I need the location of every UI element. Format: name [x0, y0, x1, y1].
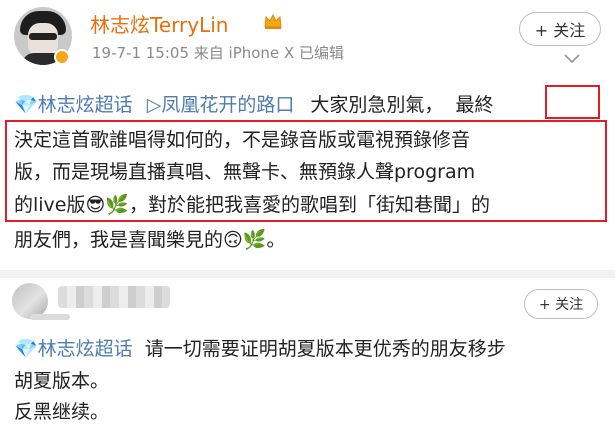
post-text: 大家別急別氣， — [310, 94, 444, 116]
username[interactable]: 林志炫TerryLin — [90, 9, 228, 38]
supertopic-label: 林志炫超话 — [37, 94, 133, 116]
blurred-username — [58, 286, 170, 308]
topic-label: 凤凰花开的路口 — [161, 94, 295, 116]
diamond-icon: 💎 — [14, 338, 38, 360]
upside-down-emoji-icon: 🙃 — [223, 229, 243, 251]
weibo-post: 林志炫TerryLin 19-7-1 15:05 来自 iPhone X 已编辑… — [0, 0, 615, 270]
post-text-boxed: 最終 — [455, 94, 494, 116]
highlight-box-large — [5, 120, 607, 222]
follow-button-comment[interactable]: + 关注 — [524, 289, 598, 319]
post-text: 朋友們，我是喜聞樂見的 — [14, 229, 224, 251]
follow-button[interactable]: + 关注 — [519, 12, 601, 46]
supertopic-link[interactable]: 💎林志炫超话 — [14, 94, 133, 116]
avatar-glasses — [29, 33, 57, 40]
chevron-down-icon[interactable] — [564, 54, 580, 64]
leaf-emoji-icon: 🌿 — [242, 229, 267, 251]
post-text: 。 — [266, 229, 286, 251]
weibo-comment: + 关注 💎林志炫超话 请一切需要证明胡夏版本更优秀的朋友移步 胡夏版本。 反黑… — [0, 278, 615, 426]
topic-link[interactable]: ▷凤凰花开的路口 — [147, 94, 295, 116]
comment-line-3: 反黑继续。 — [14, 401, 110, 423]
blurred-meta — [30, 314, 70, 320]
comment-text: 请一切需要证明胡夏版本更优秀的朋友移步 — [144, 338, 506, 360]
comment-line-1: 💎林志炫超话 请一切需要证明胡夏版本更优秀的朋友移步 — [14, 334, 506, 361]
post-line-5: 朋友們，我是喜聞樂見的🙃🌿。 — [14, 225, 286, 252]
play-icon: ▷ — [146, 94, 162, 116]
supertopic-link[interactable]: 💎林志炫超话 — [14, 338, 133, 360]
section-divider — [0, 270, 615, 278]
diamond-icon: 💎 — [14, 94, 38, 116]
post-line-1: 💎林志炫超话 ▷凤凰花开的路口 大家別急別氣， 最終 — [14, 90, 494, 117]
avatar-face — [28, 23, 58, 57]
highlight-box-small — [545, 85, 600, 119]
post-meta: 19-7-1 15:05 来自 iPhone X 已编辑 — [92, 44, 344, 62]
comment-line-2: 胡夏版本。 — [14, 370, 110, 392]
crown-icon — [264, 13, 282, 29]
supertopic-label: 林志炫超话 — [37, 338, 133, 360]
verified-badge-icon — [54, 49, 70, 65]
